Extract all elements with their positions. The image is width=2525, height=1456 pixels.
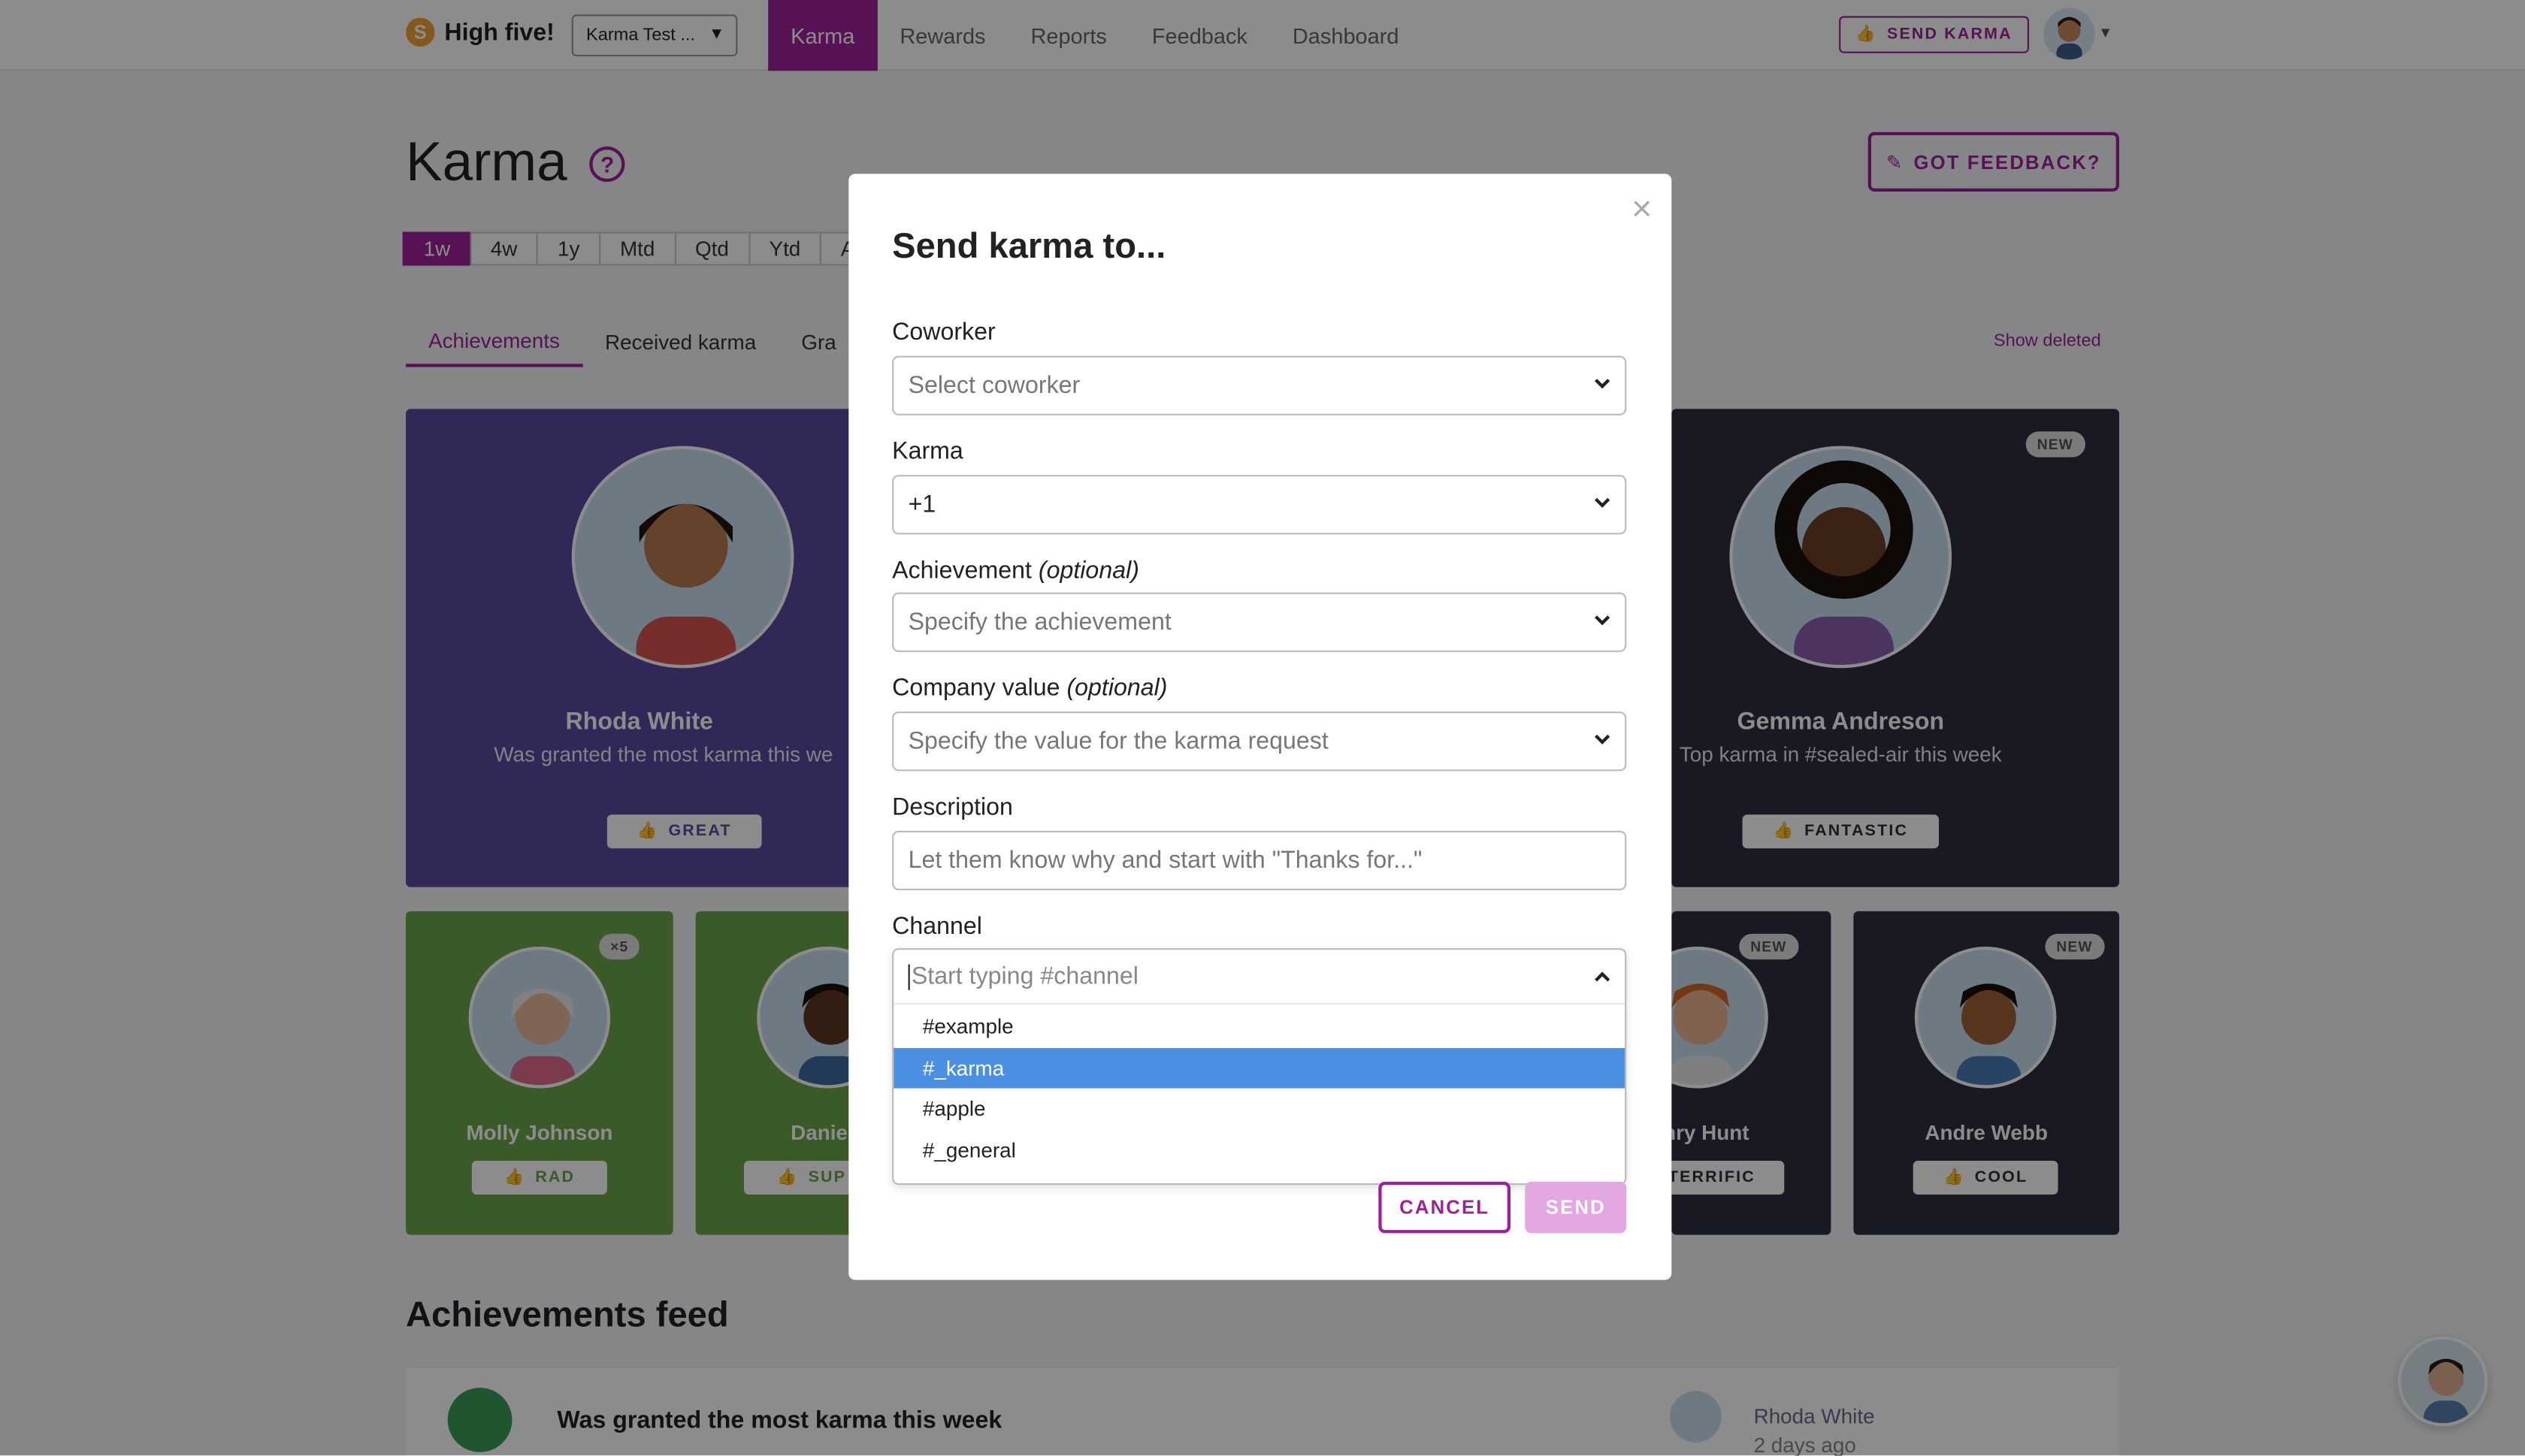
achievement-select[interactable]: Specify the achievement xyxy=(892,592,1627,652)
modal-title: Send karma to... xyxy=(892,225,1166,266)
channel-label: Channel xyxy=(892,913,982,941)
chevron-down-icon xyxy=(1595,615,1610,626)
company-value-label: Company value (optional) xyxy=(892,675,1167,702)
channel-combobox[interactable]: Start typing #channel #example #_karma #… xyxy=(892,948,1627,1186)
company-value-placeholder: Specify the value for the karma request xyxy=(908,727,1329,755)
optional-hint: (optional) xyxy=(1038,557,1139,585)
channel-option[interactable]: #example xyxy=(894,1006,1625,1047)
channel-option[interactable]: #_karma xyxy=(894,1047,1625,1089)
karma-label: Karma xyxy=(892,437,963,466)
coworker-select[interactable]: Select coworker xyxy=(892,355,1627,415)
coworker-placeholder: Select coworker xyxy=(908,371,1081,400)
karma-value: +1 xyxy=(908,491,936,518)
cancel-button[interactable]: CANCEL xyxy=(1378,1181,1510,1234)
achievement-label-text: Achievement xyxy=(892,557,1032,585)
description-label: Description xyxy=(892,793,1013,821)
company-value-label-text: Company value xyxy=(892,674,1060,702)
chevron-down-icon xyxy=(1595,497,1610,508)
channel-input[interactable]: Start typing #channel xyxy=(894,950,1625,1005)
channel-option[interactable]: #apple xyxy=(894,1089,1625,1130)
send-button[interactable]: SEND xyxy=(1525,1181,1627,1234)
chevron-up-icon[interactable] xyxy=(1592,968,1612,987)
channel-placeholder: Start typing #channel xyxy=(911,962,1139,990)
channel-option[interactable]: #_general xyxy=(894,1129,1625,1171)
chevron-down-icon xyxy=(1595,379,1610,389)
text-cursor xyxy=(908,963,910,989)
company-value-select[interactable]: Specify the value for the karma request xyxy=(892,711,1627,772)
optional-hint: (optional) xyxy=(1066,674,1168,702)
send-karma-modal: × Send karma to... Coworker Select cowor… xyxy=(848,174,1672,1280)
achievement-label: Achievement (optional) xyxy=(892,557,1139,584)
description-input[interactable]: Let them know why and start with "Thanks… xyxy=(892,830,1627,890)
achievement-placeholder: Specify the achievement xyxy=(908,609,1172,636)
chevron-down-icon xyxy=(1595,734,1610,745)
close-icon[interactable]: × xyxy=(1631,189,1653,231)
karma-select[interactable]: +1 xyxy=(892,475,1627,535)
description-placeholder: Let them know why and start with "Thanks… xyxy=(908,847,1423,875)
coworker-label: Coworker xyxy=(892,319,996,346)
